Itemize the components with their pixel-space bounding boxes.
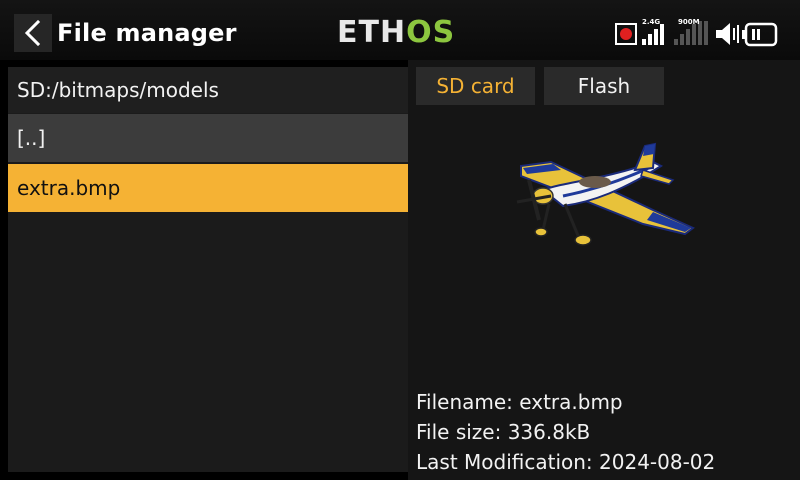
signal-icon [642,24,664,45]
logo-part-1: ETH [337,15,407,50]
last-modification-text: Last Modification: 2024-08-02 [416,450,716,474]
airplane-preview [516,142,695,246]
page-title: File manager [57,19,237,47]
back-button[interactable] [14,14,52,52]
list-item-parent[interactable]: [..] [8,114,408,162]
tab-flash[interactable]: Flash [544,67,664,105]
record-icon [615,23,637,45]
back-icon [24,20,41,46]
preview-panel: SD card Flash Filename: extra.bmp File s… [408,60,800,480]
top-bar: File manager ETHOS 2.4G 900M [0,0,800,60]
tab-sd-card[interactable]: SD card [416,67,535,105]
speaker-icon [716,23,739,45]
current-path: SD:/bitmaps/models [8,67,408,113]
filesize-text: File size: 336.8kB [416,420,591,444]
filename-text: Filename: extra.bmp [416,390,623,414]
ethos-logo: ETHOS [337,16,455,50]
file-list-panel: SD:/bitmaps/models [..] extra.bmp [8,67,408,472]
rf2-label: 900M [678,18,700,26]
rf1-label: 2.4G [642,18,660,26]
list-item-selected[interactable]: extra.bmp [8,164,408,212]
logo-part-2: OS [406,15,456,50]
status-bar: 2.4G 900M [615,18,778,47]
battery-icon [742,22,778,47]
